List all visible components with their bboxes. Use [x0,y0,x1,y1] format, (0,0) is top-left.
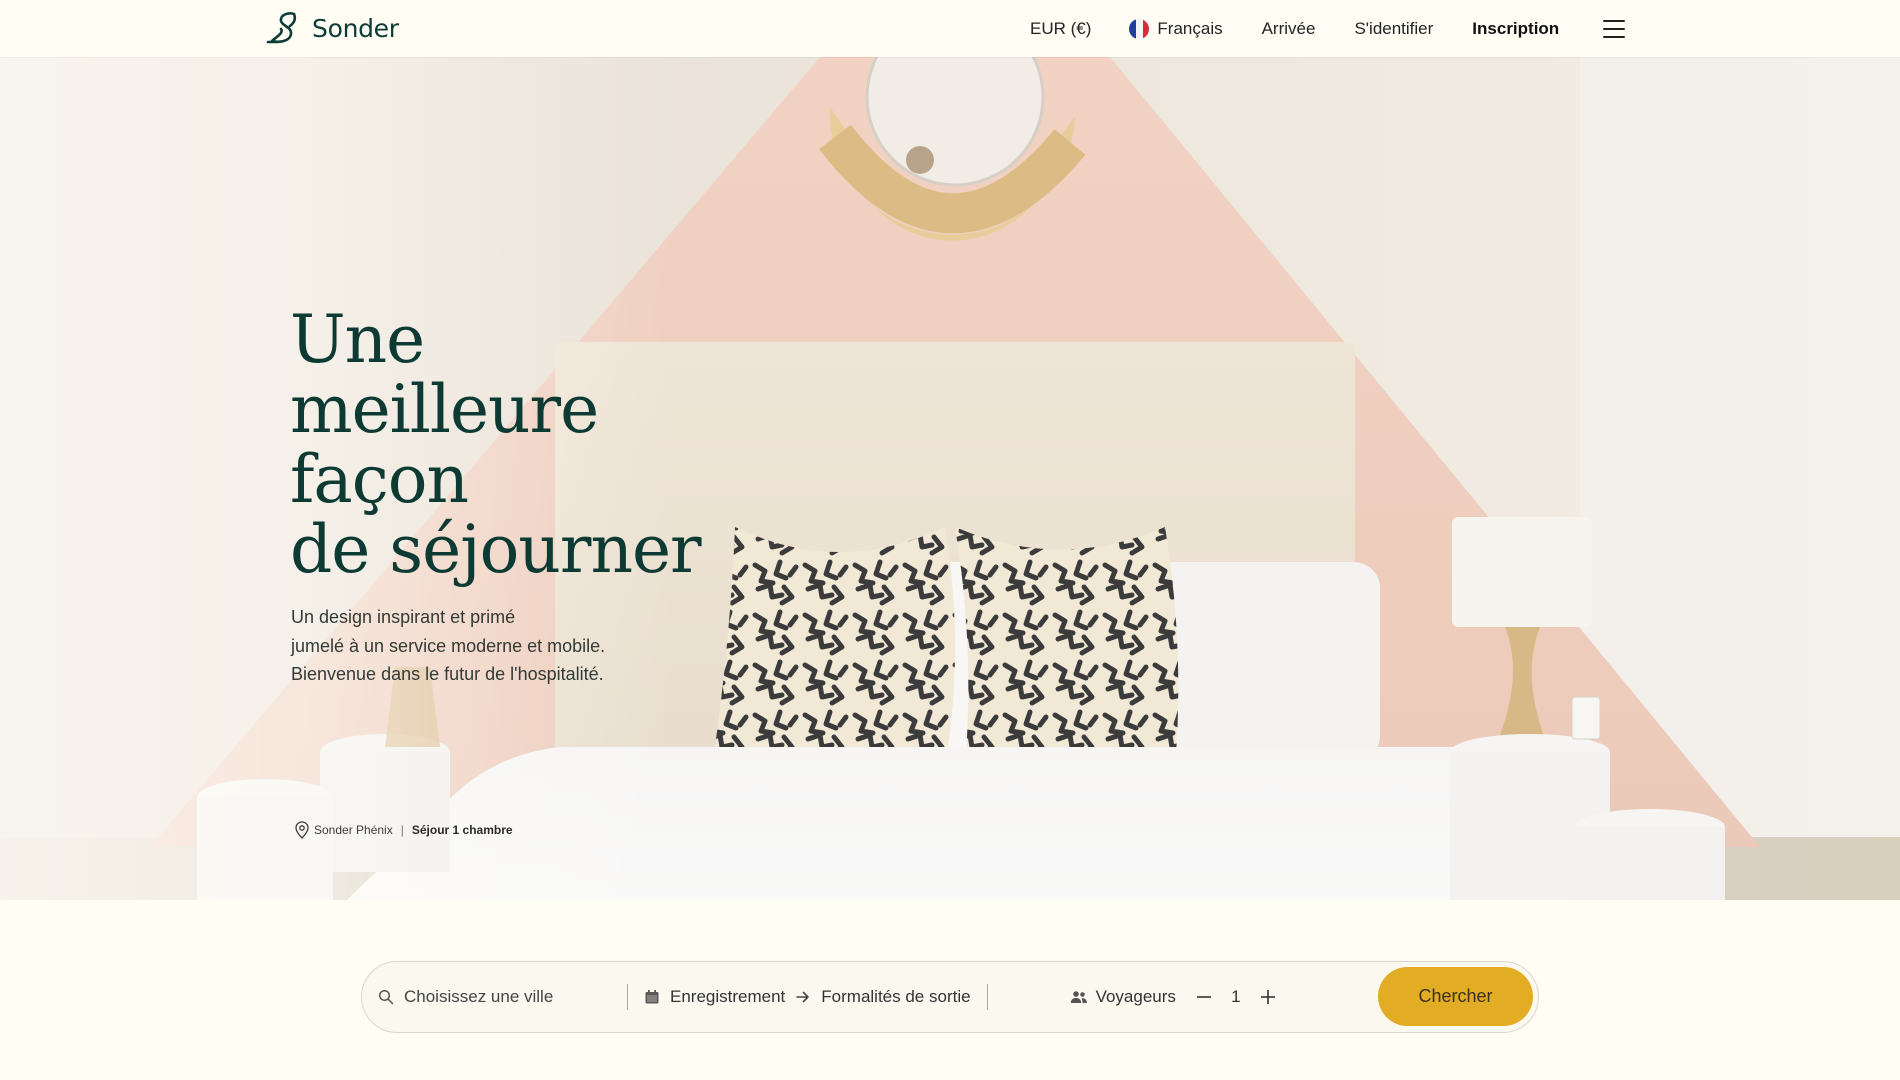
calendar-icon [645,990,659,1004]
brand-name: Sonder [312,13,399,43]
headline-line-4: de séjourner [290,511,702,588]
caption-stay: Séjour 1 chambre [411,823,513,837]
headline-line-2: meilleure [290,371,599,448]
increase-guests-button[interactable] [1256,985,1280,1009]
hero-banner: Une meilleure façon de séjourner Un desi… [0,57,1900,957]
arrow-right-icon [796,991,810,1003]
guests-label: Voyageurs [1095,987,1176,1006]
city-field[interactable] [362,962,627,1032]
hamburger-icon[interactable] [1603,19,1626,38]
subtitle-line-3: Bienvenue dans le futur de l'hospitalité… [291,664,604,684]
caption-separator: | [400,823,404,837]
photo-caption: Sonder Phénix | Séjour 1 chambre [294,821,513,839]
guests-count: 1 [1231,987,1241,1006]
checkout-button[interactable]: Formalités de sortie [821,987,970,1007]
search-bar: Enregistrement Formalités de sortie Voya… [361,961,1539,1033]
location-pin-icon [295,821,309,839]
signup-link[interactable]: Inscription [1472,19,1559,39]
language-selector[interactable]: Français [1129,18,1223,39]
users-icon [1070,991,1087,1003]
page: Une meilleure façon de séjourner Un desi… [0,0,1900,1080]
subtitle-line-1: Un design inspirant et primé [291,607,516,627]
subtitle-line-2: jumelé à un service moderne et mobile. [291,635,606,656]
plus-icon [1260,990,1275,1004]
france-flag-icon [1129,18,1150,39]
headline-line-3: façon [290,441,469,518]
hero-subtitle: Un design inspirant et primé jumelé à un… [291,603,605,689]
caption-location: Sonder Phénix [314,823,393,837]
minus-icon [1196,996,1211,998]
search-button[interactable]: Chercher [1378,967,1533,1026]
search-icon [378,989,394,1005]
sonder-logo-icon [266,12,297,44]
currency-selector[interactable]: EUR (€) [1030,19,1091,39]
dates-field: Enregistrement Formalités de sortie [628,962,987,1032]
checkin-button[interactable]: Enregistrement [670,987,785,1007]
arrival-link[interactable]: Arrivée [1262,19,1316,39]
nav-links: EUR (€) Français Arrivée S'identifier In… [1030,0,1626,57]
top-navigation: Sonder EUR (€) Français Arrivée S'identi… [0,0,1900,57]
language-label: Français [1157,18,1223,38]
headline-line-1: Une [290,301,425,378]
sonder-logo[interactable]: Sonder [266,11,399,45]
hero-headline: Une meilleure façon de séjourner [290,301,702,588]
search-divider [986,984,988,1010]
guests-field: Voyageurs 1 [1070,962,1280,1032]
city-input[interactable] [404,987,614,1007]
decrease-guests-button[interactable] [1192,985,1216,1009]
signin-link[interactable]: S'identifier [1354,19,1433,39]
